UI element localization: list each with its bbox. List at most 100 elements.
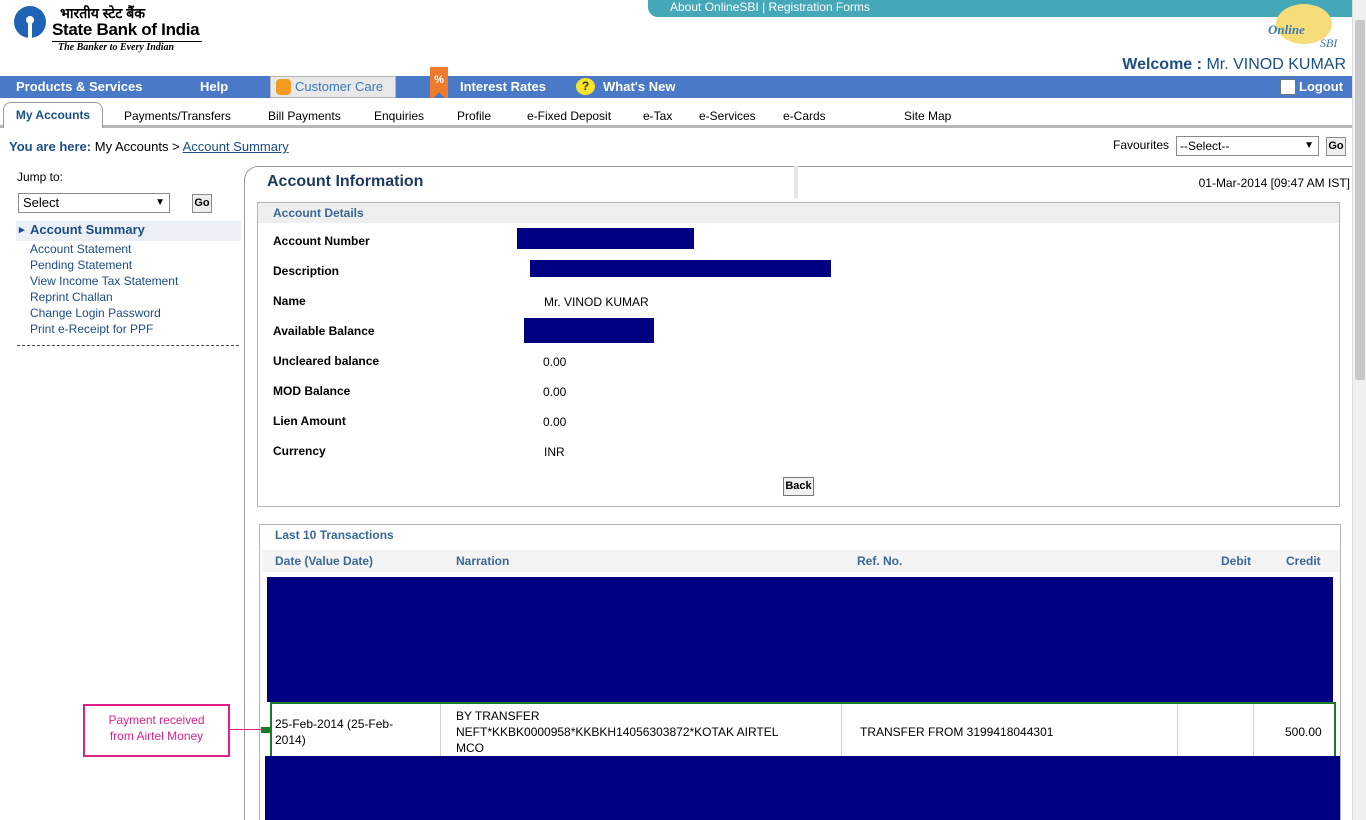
annotation-connector: [230, 729, 262, 730]
tx-date-line1: 25-Feb-2014 (25-Feb-: [275, 717, 394, 731]
tab-enquiries[interactable]: Enquiries: [374, 109, 424, 123]
jump-to-selected: Select: [23, 195, 60, 210]
tab-e-services[interactable]: e-Services: [699, 109, 756, 123]
current-datetime: 01-Mar-2014 [09:47 AM IST]: [1198, 176, 1350, 190]
column-separator: [1253, 704, 1254, 756]
logo-name: State Bank of India: [52, 20, 200, 39]
transactions-redacted-bottom: [265, 756, 1340, 820]
jump-to-select[interactable]: Select ▼: [18, 193, 170, 213]
customer-care-icon: [276, 79, 291, 95]
column-date: Date (Value Date): [275, 554, 374, 568]
tab-bar: My Accounts Payments/Transfers Bill Paym…: [0, 98, 1352, 128]
sidebar-item-pending-statement[interactable]: Pending Statement: [30, 258, 132, 272]
tab-e-cards[interactable]: e-Cards: [783, 109, 826, 123]
name-label: Name: [273, 294, 306, 308]
tab-profile[interactable]: Profile: [457, 109, 491, 123]
breadcrumb-label: You are here:: [9, 139, 92, 154]
favourites-select[interactable]: --Select-- ▼: [1176, 136, 1319, 156]
welcome-prefix: Welcome :: [1122, 56, 1202, 73]
mod-balance-value: 0.00: [543, 385, 567, 399]
column-separator: [841, 704, 842, 756]
annotation-callout: Payment received from Airtel Money: [83, 704, 230, 757]
tab-bill-payments[interactable]: Bill Payments: [268, 109, 341, 123]
favourites-selected: --Select--: [1180, 139, 1230, 153]
vertical-scrollbar[interactable]: [1352, 0, 1366, 820]
sidebar-divider: [17, 345, 239, 346]
available-balance-redacted: [524, 318, 654, 343]
name-value: Mr. VINOD KUMAR: [544, 295, 649, 309]
breadcrumb-parent: My Accounts: [94, 139, 169, 154]
welcome-message: Welcome : Mr. VINOD KUMAR: [1122, 56, 1346, 74]
customer-care-button[interactable]: Customer Care: [270, 76, 396, 98]
annotation-line2: from Airtel Money: [109, 729, 204, 743]
tx-date-line2: 2014): [275, 733, 306, 747]
lien-amount-label: Lien Amount: [273, 414, 346, 428]
breadcrumb-separator: >: [172, 139, 180, 154]
mod-balance-label: MOD Balance: [273, 384, 351, 398]
sidebar-item-income-tax-statement[interactable]: View Income Tax Statement: [30, 274, 178, 288]
nav-products-services[interactable]: Products & Services: [16, 76, 142, 98]
column-separator: [1177, 704, 1178, 756]
sbi-logo[interactable]: भारतीय स्टेट बैंक State Bank of India Th…: [12, 4, 212, 56]
scrollbar-thumb[interactable]: [1355, 20, 1365, 380]
sidebar-item-change-login-password[interactable]: Change Login Password: [30, 306, 161, 320]
tab-e-tax[interactable]: e-Tax: [643, 109, 672, 123]
online-logo-text: Online: [1268, 22, 1305, 37]
jump-to-label: Jump to:: [17, 170, 64, 184]
tab-my-accounts[interactable]: My Accounts: [3, 102, 103, 128]
column-separator: [440, 704, 441, 756]
header-divider: [794, 166, 798, 198]
logout-icon: [1280, 79, 1296, 95]
tx-narration-line3: MCO: [456, 741, 484, 755]
sidebar-item-print-e-receipt-ppf[interactable]: Print e-Receipt for PPF: [30, 322, 153, 336]
main-nav: Products & Services Help Customer Care %…: [0, 67, 1352, 101]
tab-site-map[interactable]: Site Map: [904, 109, 951, 123]
breadcrumb: You are here: My Accounts > Account Summ…: [9, 139, 289, 154]
currency-value: INR: [544, 445, 565, 459]
chevron-down-icon: ▼: [1304, 140, 1314, 151]
logout-link[interactable]: Logout: [1299, 76, 1343, 98]
page: { "brand": { "hindi_name": "भारतीय स्टेट…: [0, 0, 1366, 820]
registration-forms-link[interactable]: Registration Forms: [769, 0, 870, 14]
sidebar-item-account-statement[interactable]: Account Statement: [30, 242, 131, 256]
jump-go-button[interactable]: Go: [192, 194, 212, 213]
about-link[interactable]: About OnlineSBI: [670, 0, 759, 14]
sidebar-item-reprint-challan[interactable]: Reprint Challan: [30, 290, 113, 304]
tab-e-fixed-deposit[interactable]: e-Fixed Deposit: [527, 109, 611, 123]
online-logo-sub: SBI: [1320, 36, 1338, 50]
lien-amount-value: 0.00: [543, 415, 567, 429]
tx-narration-line1: BY TRANSFER: [456, 709, 540, 723]
welcome-user: Mr. VINOD KUMAR: [1206, 56, 1346, 73]
transactions-table-header: [262, 550, 1340, 572]
sidebar-item-account-summary[interactable]: Account Summary: [16, 221, 241, 241]
breadcrumb-current[interactable]: Account Summary: [183, 139, 289, 154]
online-sbi-logo: Online SBI: [1262, 0, 1352, 58]
column-narration: Narration: [456, 554, 510, 568]
tx-narration-line2: NEFT*KKBK0000958*KKBKH14056303872*KOTAK …: [456, 725, 779, 739]
available-balance-label: Available Balance: [273, 324, 375, 338]
transactions-redacted-top: [267, 577, 1333, 702]
nav-whats-new[interactable]: What's New: [603, 76, 675, 98]
top-links-separator: |: [762, 0, 766, 14]
account-number-label: Account Number: [273, 234, 370, 248]
uncleared-balance-label: Uncleared balance: [273, 354, 380, 368]
favourites-label: Favourites: [1113, 138, 1170, 152]
uncleared-balance-value: 0.00: [543, 355, 567, 369]
description-label: Description: [273, 264, 340, 278]
tab-payments-transfers[interactable]: Payments/Transfers: [124, 109, 231, 123]
nav-help[interactable]: Help: [200, 76, 228, 98]
currency-label: Currency: [273, 444, 326, 458]
interest-rates-icon: %: [430, 67, 448, 101]
account-number-redacted: [517, 228, 694, 249]
transactions-header: Last 10 Transactions: [260, 525, 1340, 545]
chevron-down-icon: ▼: [155, 197, 165, 208]
favourites-go-button[interactable]: Go: [1326, 137, 1346, 156]
nav-interest-rates[interactable]: Interest Rates: [460, 76, 546, 98]
account-details-header: Account Details: [258, 203, 1339, 223]
sbi-emblem-icon: [14, 6, 46, 38]
back-button[interactable]: Back: [783, 477, 814, 496]
tx-date: 25-Feb-2014 (25-Feb- 2014): [275, 716, 393, 748]
whats-new-icon: ?: [576, 78, 595, 95]
description-redacted: [530, 260, 831, 277]
logo-tagline: The Banker to Every Indian: [58, 42, 175, 53]
